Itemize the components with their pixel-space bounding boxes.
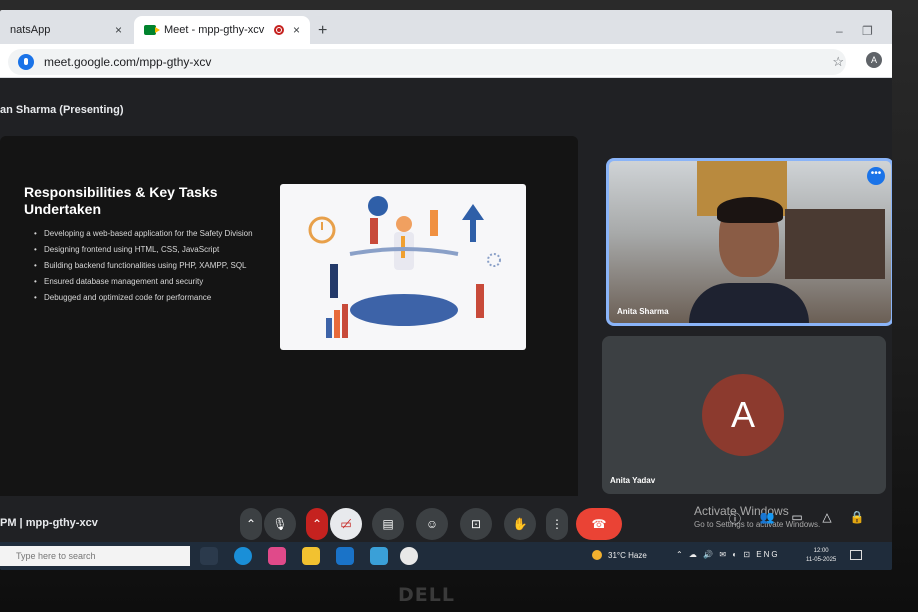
captions-button[interactable]: ▤ bbox=[372, 508, 404, 540]
site-info-icon[interactable] bbox=[18, 54, 34, 70]
background-house bbox=[785, 209, 885, 279]
recording-icon bbox=[274, 25, 284, 35]
dell-logo: DELL bbox=[398, 584, 455, 606]
tab-whatsapp[interactable]: natsApp × bbox=[0, 16, 132, 44]
browser-tab-bar: natsApp × Meet - mpp-gthy-xcv × + – ❐ bbox=[0, 10, 892, 44]
edge-icon[interactable] bbox=[234, 547, 252, 565]
participant-video bbox=[689, 197, 809, 323]
photos-icon[interactable] bbox=[268, 547, 286, 565]
address-bar: meet.google.com/mpp-gthy-xcv ☆ A bbox=[0, 44, 892, 78]
participant-avatar: A bbox=[702, 374, 784, 456]
url-text: meet.google.com/mpp-gthy-xcv bbox=[44, 55, 212, 69]
mic-button[interactable]: 🎙 bbox=[264, 508, 296, 540]
clock-date: 11-05-2025 bbox=[806, 557, 837, 563]
new-tab-button[interactable]: + bbox=[318, 22, 327, 40]
tab-meet[interactable]: Meet - mpp-gthy-xcv × bbox=[134, 16, 310, 44]
notification-icon[interactable] bbox=[850, 550, 862, 560]
windows-taskbar: Type here to search 31°C Haze ⌃ ☁ 🔊 ✉ ◐ … bbox=[0, 542, 892, 570]
emoji-button[interactable]: ☺ bbox=[416, 508, 448, 540]
clock-time: 12:00 bbox=[813, 548, 829, 554]
minimize-button[interactable]: – bbox=[836, 24, 843, 38]
sun-icon bbox=[592, 550, 602, 560]
language-indicator: ENG bbox=[756, 550, 780, 559]
host-controls-icon[interactable]: 🔒 bbox=[848, 510, 866, 528]
presentation-slide: Responsibilities & Key Tasks Undertaken … bbox=[0, 136, 578, 538]
task-view-icon[interactable] bbox=[200, 547, 218, 565]
system-tray[interactable]: ⌃ ☁ 🔊 ✉ ◐ ⊡ ENG bbox=[676, 550, 780, 559]
camera-off-button[interactable]: ▭̸ bbox=[330, 508, 362, 540]
participant-tile-anita-yadav[interactable]: A Anita Yadav bbox=[602, 336, 886, 494]
slide-bullet: Designing frontend using HTML, CSS, Java… bbox=[34, 244, 269, 255]
tab-close-icon[interactable]: × bbox=[293, 23, 300, 37]
tile-more-options-icon[interactable]: ••• bbox=[867, 167, 885, 185]
video-options-chevron-icon[interactable]: ⌃ bbox=[306, 508, 328, 540]
outlook-icon[interactable] bbox=[336, 547, 354, 565]
profile-avatar[interactable]: A bbox=[866, 52, 882, 68]
people-icon[interactable]: 👥 bbox=[758, 510, 776, 528]
weather-widget[interactable]: 31°C Haze bbox=[592, 550, 647, 560]
shirt bbox=[689, 283, 809, 323]
participant-tile-anita-sharma[interactable]: ••• Anita Sharma bbox=[606, 158, 892, 326]
slide-bullet: Developing a web-based application for t… bbox=[34, 228, 269, 239]
taskbar-search-input[interactable]: Type here to search bbox=[0, 546, 190, 566]
multitasking-illustration bbox=[280, 184, 526, 350]
screen: natsApp × Meet - mpp-gthy-xcv × + – ❐ me… bbox=[0, 10, 892, 570]
slide-bullet: Debugged and optimized code for performa… bbox=[34, 292, 269, 303]
tab-close-icon[interactable]: × bbox=[115, 23, 122, 37]
participant-name: Anita Yadav bbox=[610, 476, 656, 485]
info-icon[interactable]: ⓘ bbox=[726, 510, 744, 528]
hair bbox=[717, 197, 783, 223]
participant-name: Anita Sharma bbox=[617, 307, 669, 316]
more-options-button[interactable]: ⋮ bbox=[546, 508, 568, 540]
google-meet-icon bbox=[144, 25, 160, 35]
chat-icon[interactable]: ▭ bbox=[788, 510, 806, 528]
meeting-info: PM | mpp-gthy-xcv bbox=[0, 517, 98, 529]
slide-bullet: Building backend functionalities using P… bbox=[34, 260, 269, 271]
tab-label: natsApp bbox=[10, 24, 51, 36]
illustration-svg bbox=[308, 196, 501, 338]
presenter-label: an Sharma (Presenting) bbox=[0, 104, 124, 116]
store-icon[interactable] bbox=[370, 547, 388, 565]
slide-bullet: Ensured database management and security bbox=[34, 276, 269, 287]
url-input[interactable]: meet.google.com/mpp-gthy-xcv bbox=[8, 49, 846, 75]
monitor-bezel: natsApp × Meet - mpp-gthy-xcv × + – ❐ me… bbox=[0, 0, 918, 612]
chrome-icon[interactable] bbox=[400, 547, 418, 565]
taskbar-clock[interactable]: 12:00 11-05-2025 bbox=[806, 547, 836, 565]
maximize-button[interactable]: ❐ bbox=[862, 24, 873, 38]
bookmark-star-icon[interactable]: ☆ bbox=[832, 54, 844, 70]
present-screen-button[interactable]: ⊡ bbox=[460, 508, 492, 540]
slide-bullets: Developing a web-based application for t… bbox=[34, 228, 269, 308]
weather-text: 31°C Haze bbox=[608, 551, 647, 560]
file-explorer-icon[interactable] bbox=[302, 547, 320, 565]
end-call-button[interactable]: ☎ bbox=[576, 508, 622, 540]
raise-hand-button[interactable]: ✋ bbox=[504, 508, 536, 540]
meet-control-bar: PM | mpp-gthy-xcv ⌃ 🎙 ⌃ ▭̸ ▤ ☺ ⊡ ✋ ⋮ ☎ A… bbox=[0, 496, 892, 542]
audio-options-chevron-icon[interactable]: ⌃ bbox=[240, 508, 262, 540]
tab-label: Meet - mpp-gthy-xcv bbox=[164, 24, 265, 36]
activities-icon[interactable]: △ bbox=[818, 510, 836, 528]
slide-title: Responsibilities & Key Tasks Undertaken bbox=[24, 184, 218, 217]
